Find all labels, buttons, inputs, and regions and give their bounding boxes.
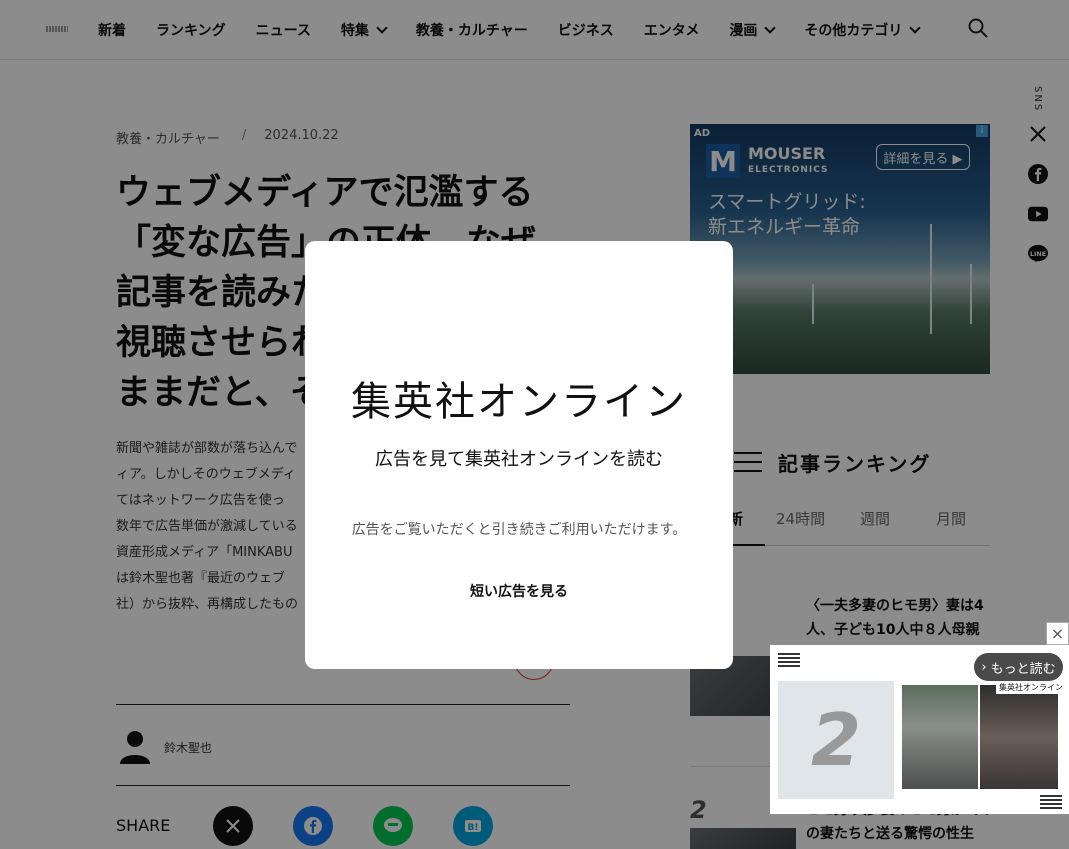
modal-logo: 集英社オンライン [351, 379, 687, 425]
menu-icon[interactable] [1040, 795, 1062, 809]
ad-gate-modal: 集英社オンライン 広告を見て集英社オンラインを読む 広告をご覧いただくと引き続き… [305, 241, 733, 669]
watch-short-ad-button[interactable]: 短い広告を見る [459, 581, 579, 601]
menu-icon[interactable] [778, 653, 800, 667]
float-ad-image [980, 685, 1058, 789]
modal-subtitle: 広告を見て集英社オンラインを読む [375, 449, 663, 470]
read-more-button[interactable]: › もっと読む [974, 653, 1063, 681]
modal-note: 広告をご覧いただくと引き続きご利用いただけます。 [351, 522, 687, 538]
close-icon[interactable]: × [1046, 622, 1069, 645]
float-brand-label: 集英社オンライン [996, 681, 1066, 694]
chevron-right-icon: › [981, 659, 987, 675]
float-rank-number: 2 [778, 681, 894, 799]
float-ad-image [902, 685, 978, 789]
floating-video-ad[interactable]: 2 集英社オンライン › もっと読む [770, 645, 1069, 814]
